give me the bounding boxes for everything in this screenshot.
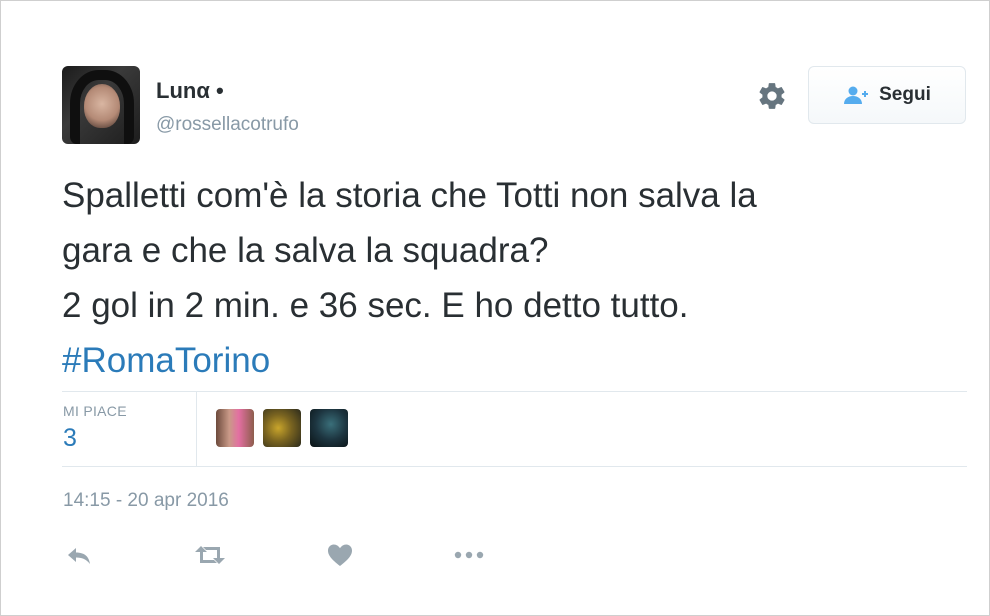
- retweet-icon[interactable]: [192, 540, 228, 570]
- reply-icon[interactable]: [64, 540, 94, 570]
- likes-label: MI PIACE: [63, 403, 127, 419]
- more-icon[interactable]: [452, 540, 486, 570]
- avatar-hair: [70, 70, 134, 144]
- tweet-line: gara e che la salva la squadra?: [62, 231, 549, 270]
- gear-icon[interactable]: [756, 80, 788, 112]
- display-name[interactable]: Lunα •: [156, 78, 224, 104]
- divider: [62, 391, 967, 392]
- liker-avatar[interactable]: [216, 409, 254, 447]
- likes-count[interactable]: 3: [63, 424, 77, 453]
- avatar[interactable]: [62, 66, 140, 144]
- follow-button-label: Segui: [879, 84, 931, 105]
- user-handle[interactable]: @rossellacotrufo: [156, 114, 299, 136]
- liker-avatar[interactable]: [263, 409, 301, 447]
- divider: [196, 392, 197, 466]
- tweet-line: 2 gol in 2 min. e 36 sec. E ho detto tut…: [62, 286, 689, 325]
- liker-avatar[interactable]: [310, 409, 348, 447]
- follow-button[interactable]: Segui: [808, 66, 966, 124]
- hashtag-link[interactable]: #RomaTorino: [62, 333, 962, 388]
- tweet-text: Spalletti com'è la storia che Totti non …: [62, 168, 962, 388]
- divider: [62, 466, 967, 467]
- like-icon[interactable]: [326, 540, 354, 570]
- follow-user-icon: [843, 85, 869, 105]
- timestamp[interactable]: 14:15 - 20 apr 2016: [63, 490, 229, 512]
- tweet-line: Spalletti com'è la storia che Totti non …: [62, 176, 757, 215]
